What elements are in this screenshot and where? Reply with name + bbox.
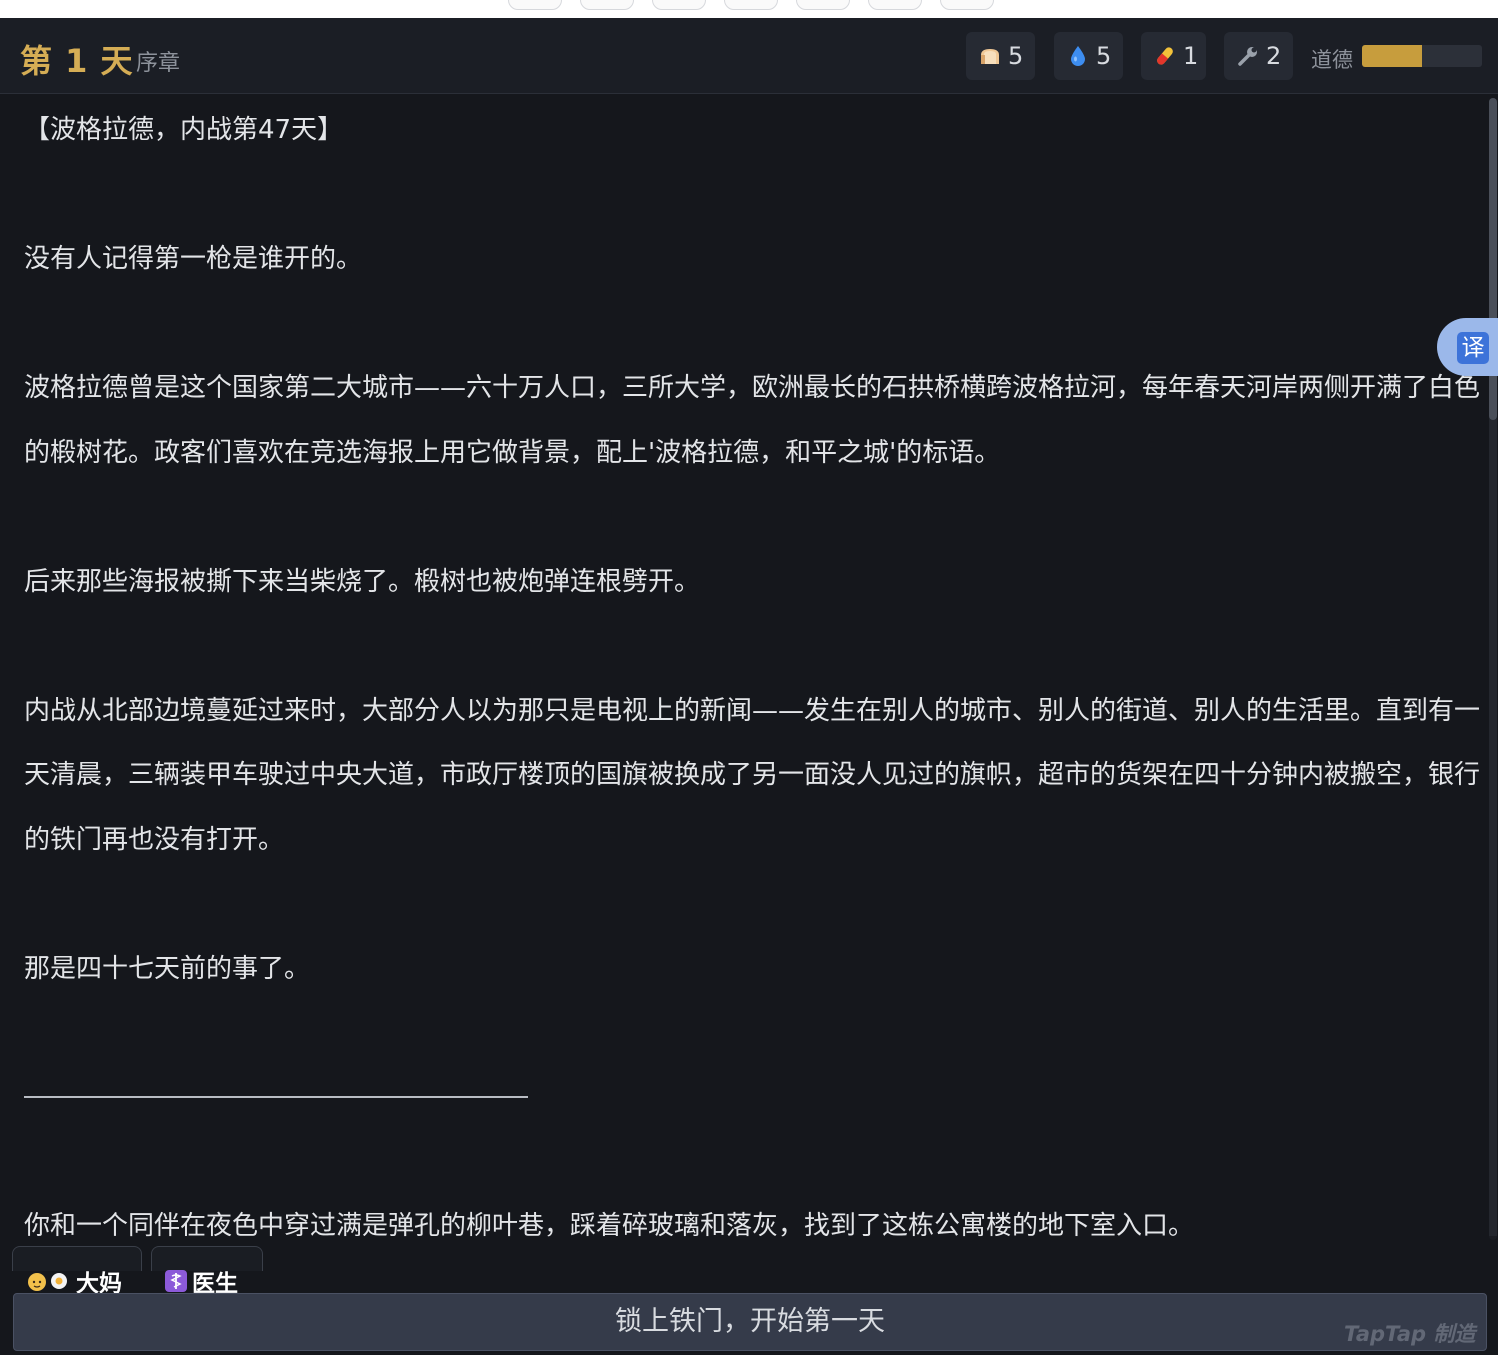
toolbar-tab[interactable] bbox=[652, 0, 706, 10]
resource-water: 5 bbox=[1054, 32, 1123, 80]
resource-tools: 2 bbox=[1224, 32, 1293, 80]
toolbar-tab[interactable] bbox=[940, 0, 994, 10]
story-paragraph: 你和一个同伴在夜色中穿过满是弹孔的柳叶巷，踩着碎玻璃和落灰，找到了这栋公寓楼的地… bbox=[24, 1211, 1195, 1240]
toolbar-tab[interactable] bbox=[796, 0, 850, 10]
resource-food: 5 bbox=[966, 32, 1035, 80]
story-paragraph: 那是四十七天前的事了。 bbox=[24, 953, 311, 984]
story-paragraph: 波格拉德曾是这个国家第二大城市——六十万人口，三所大学，欧洲最长的石拱桥横跨波格… bbox=[24, 373, 1481, 468]
story-paragraph: 没有人记得第一枪是谁开的。 bbox=[24, 244, 363, 274]
story-text: 【波格拉德，内战第47天】 没有人记得第一枪是谁开的。 波格拉德曾是这个国家第二… bbox=[24, 98, 1484, 1240]
translate-icon: 译 bbox=[1457, 332, 1489, 364]
water-drop-icon bbox=[1066, 44, 1090, 68]
elderly-woman-icon bbox=[26, 1269, 72, 1293]
top-toolbar-strip bbox=[0, 0, 1498, 18]
medical-caduceus-icon bbox=[164, 1269, 188, 1293]
start-day-button[interactable]: 锁上铁门，开始第一天 bbox=[13, 1293, 1487, 1351]
bread-icon bbox=[978, 44, 1002, 68]
status-header: 第 1 天 序章 5 5 1 2 道德 bbox=[0, 18, 1498, 94]
day-title: 第 1 天 bbox=[20, 42, 134, 80]
story-paragraph: 【波格拉德，内战第47天】 bbox=[24, 115, 344, 145]
toolbar-tab[interactable] bbox=[508, 0, 562, 10]
morale-fill bbox=[1362, 45, 1422, 67]
toolbar-tab[interactable] bbox=[868, 0, 922, 10]
morale-label: 道德 bbox=[1311, 48, 1353, 72]
resource-medicine: 1 bbox=[1141, 32, 1206, 80]
medicine-pill-icon bbox=[1153, 44, 1177, 68]
chapter-label: 序章 bbox=[136, 51, 181, 76]
morale-bar bbox=[1362, 45, 1482, 67]
story-scrollbar[interactable] bbox=[1489, 98, 1497, 1240]
wrench-icon bbox=[1236, 44, 1260, 68]
tools-count: 2 bbox=[1266, 42, 1282, 70]
story-paragraph: 后来那些海报被撕下来当柴烧了。椴树也被炮弹连根劈开。 bbox=[24, 566, 701, 597]
story-paragraph: 内战从北部边境蔓延过来时，大部分人以为那只是电视上的新闻——发生在别人的城市、别… bbox=[24, 695, 1481, 855]
section-divider bbox=[24, 1095, 528, 1098]
medicine-count: 1 bbox=[1183, 42, 1199, 70]
game-screen: 第 1 天 序章 5 5 1 2 道德 【波格拉德，内战第47天】 没有人记得第… bbox=[0, 0, 1498, 1355]
toolbar-tab[interactable] bbox=[580, 0, 634, 10]
taptap-watermark: TapTap 制造 bbox=[1344, 1322, 1476, 1346]
toolbar-tab[interactable] bbox=[724, 0, 778, 10]
water-count: 5 bbox=[1096, 42, 1112, 70]
translate-button[interactable]: 译 bbox=[1437, 318, 1498, 376]
food-count: 5 bbox=[1008, 42, 1024, 70]
